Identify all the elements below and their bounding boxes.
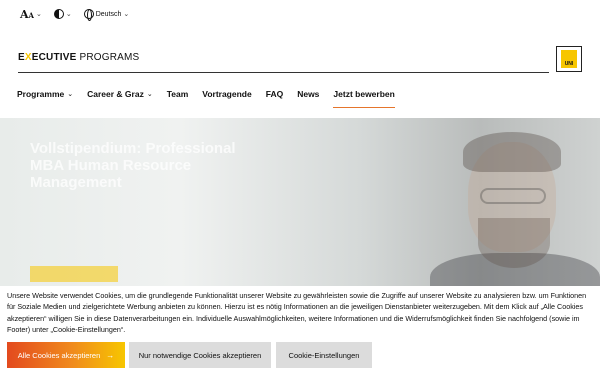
brand-logo[interactable]: EXECUTIVE PROGRAMS [18,52,139,63]
nav-item-career-graz[interactable]: Career & Graz ⌄ [87,84,153,108]
nav-item-label: Career & Graz [87,89,144,99]
arrow-right-icon: → [106,350,115,360]
cookie-settings-button[interactable]: Cookie-Einstellungen [276,342,372,368]
hero-cta-button[interactable] [30,266,118,282]
nav-item-news[interactable]: News [297,84,319,108]
hero-photo-hair [463,132,561,172]
necessary-cookies-label: Nur notwendige Cookies akzeptieren [138,350,262,360]
hero-title: Vollstipendium: Professional MBA Human R… [30,140,236,191]
necessary-cookies-button[interactable]: Nur notwendige Cookies akzeptieren [129,342,271,368]
language-label: Deutsch [95,10,122,18]
nav-item-vortragende[interactable]: Vortragende [202,84,251,108]
nav-item-team[interactable]: Team [167,84,189,108]
hero-banner: Vollstipendium: Professional MBA Human R… [0,118,600,293]
accept-all-label: Alle Cookies akzeptieren [17,350,101,360]
chevron-down-icon: ⌄ [65,11,72,18]
font-size-icon: AA [20,7,34,21]
cookie-settings-label: Cookie-Einstellungen [288,350,360,360]
cookie-banner: Unsere Website verwendet Cookies, um die… [0,286,600,375]
hero-photo-glasses [480,188,546,204]
header-brand-row: EXECUTIVE PROGRAMS [18,47,549,73]
chevron-down-icon: ⌄ [146,91,153,98]
chevron-down-icon: ⌄ [123,11,130,18]
nav-item-jetzt-bewerben[interactable]: Jetzt bewerben [333,84,395,108]
nav-item-faq[interactable]: FAQ [266,84,283,108]
nav-item-label: Jetzt bewerben [333,89,395,100]
contrast-toggle[interactable]: ⌄ [53,9,72,19]
nav-item-label: FAQ [265,89,284,99]
accept-all-cookies-button[interactable]: Alle Cookies akzeptieren → [7,342,125,368]
contrast-icon [53,9,64,19]
chevron-down-icon: ⌄ [67,91,74,98]
nav-item-label: Programme [17,89,65,99]
nav-item-programme[interactable]: Programme ⌄ [17,84,73,108]
hero-photo-beard [478,218,550,268]
utility-bar: AA ⌄ ⌄ Deutsch ⌄ [0,0,600,28]
nav-item-label: News [297,89,320,99]
language-selector[interactable]: Deutsch ⌄ [83,9,130,21]
font-size-toggle[interactable]: AA ⌄ [20,8,42,21]
main-navigation: Programme ⌄ Career & Graz ⌄ Team Vortrag… [17,84,409,108]
globe-icon [83,9,94,21]
chevron-down-icon: ⌄ [35,11,42,18]
uni-graz-logo-mark: UNI [561,50,577,68]
nav-item-label: Vortragende [202,89,252,99]
uni-graz-logo[interactable]: UNI [556,46,582,72]
cookie-notice-text: Unsere Website verwendet Cookies, um die… [7,291,587,334]
nav-item-label: Team [166,89,189,99]
